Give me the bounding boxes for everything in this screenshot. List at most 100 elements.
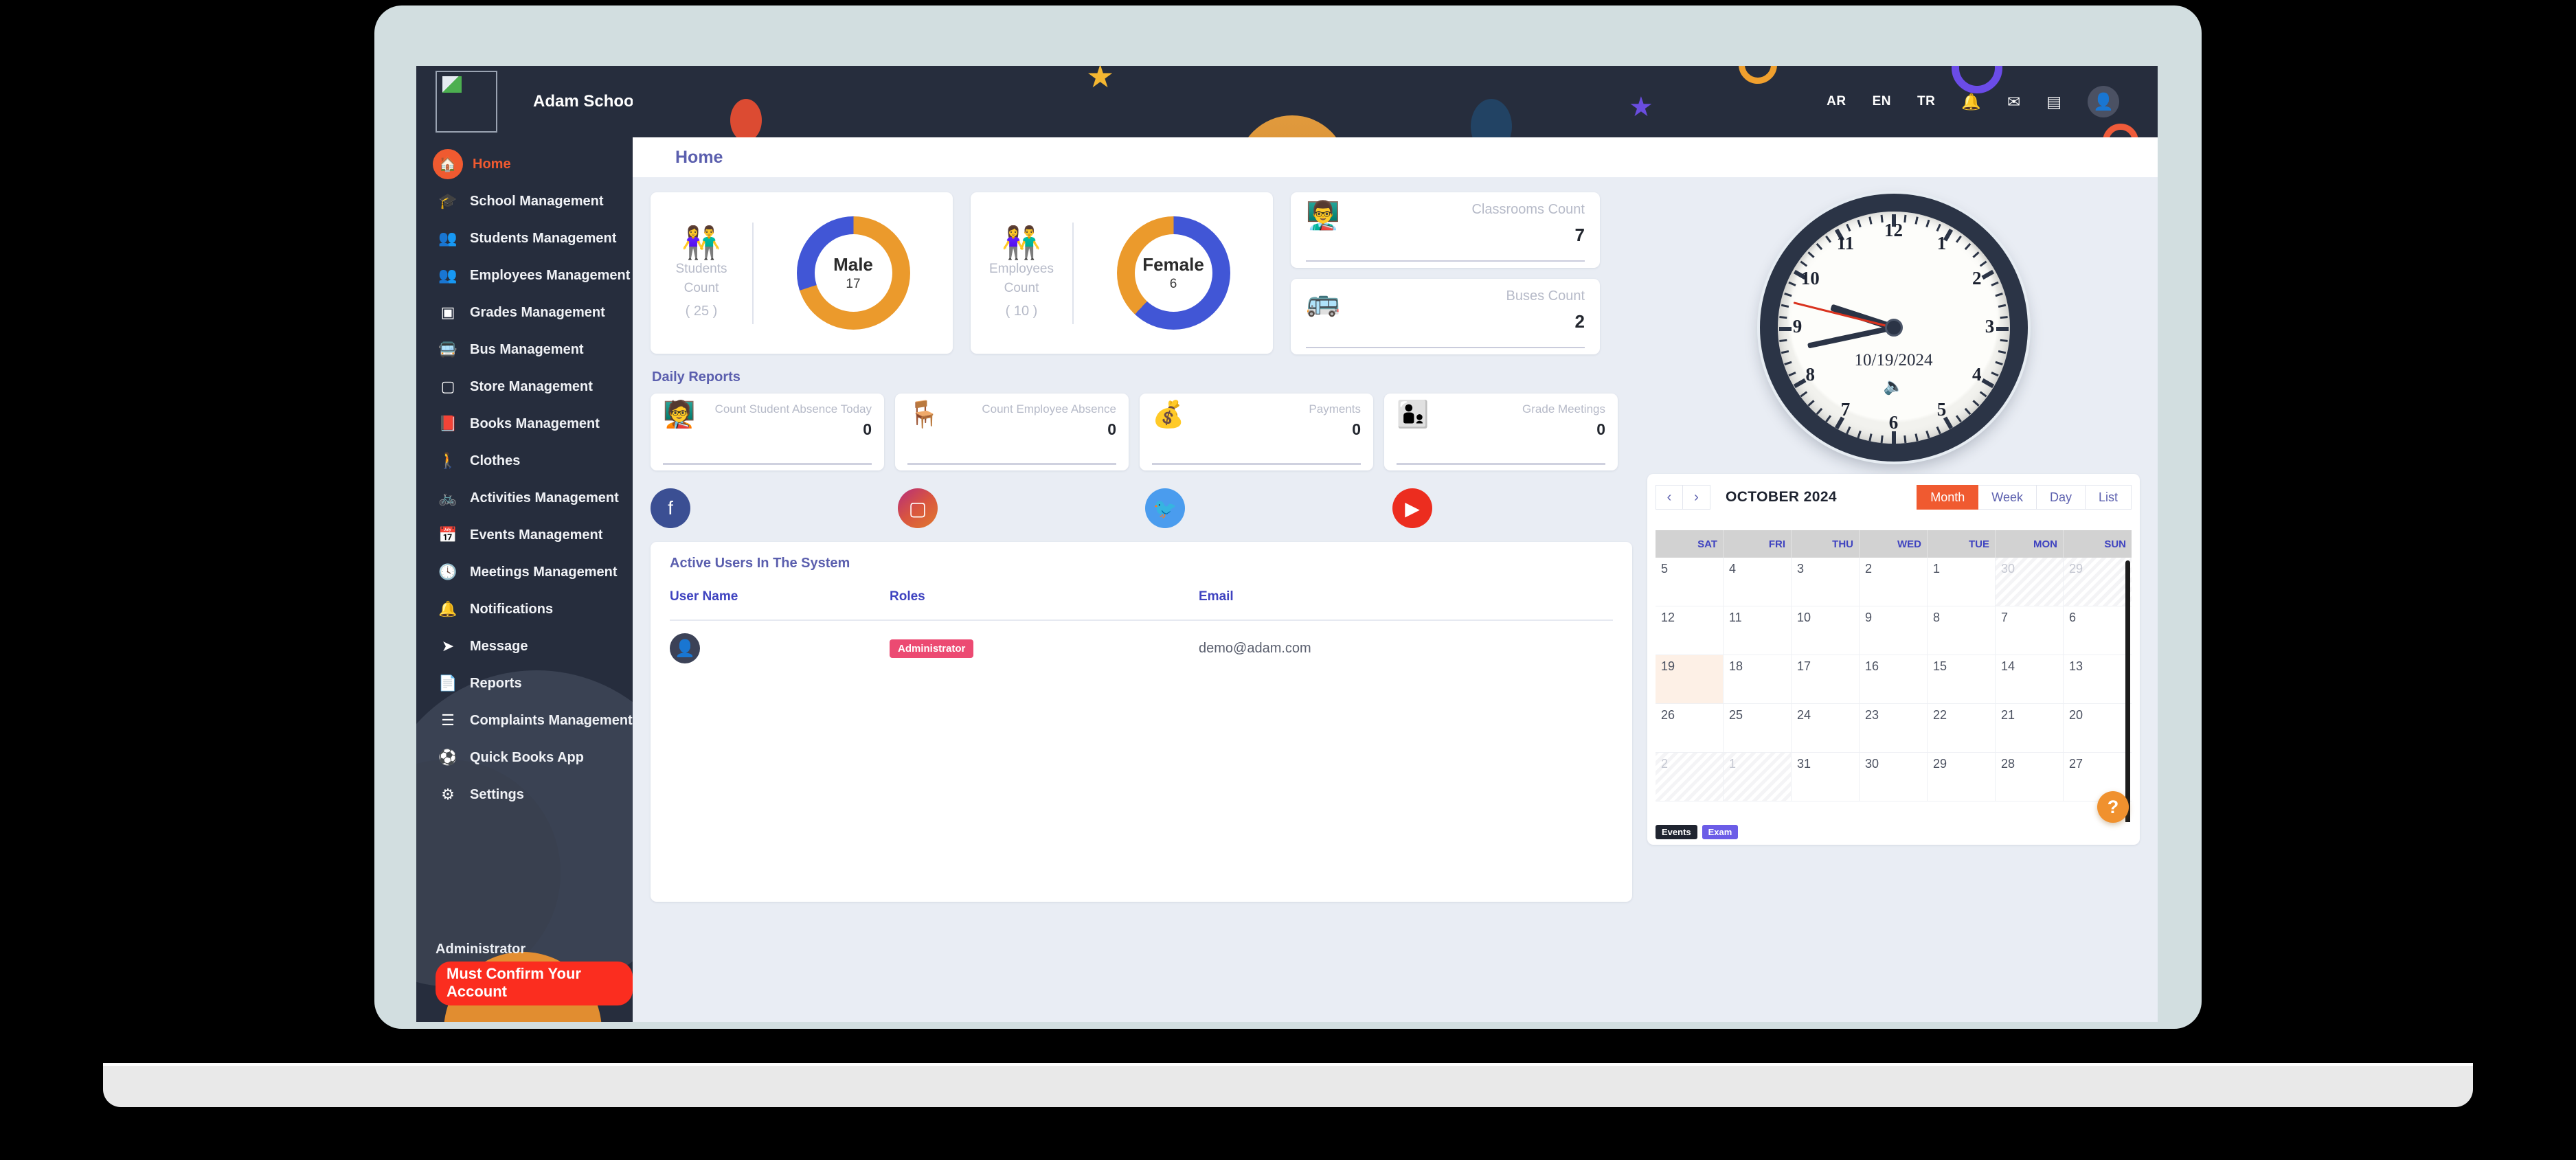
calendar-day-cell[interactable]: 30	[1860, 753, 1928, 801]
sidebar-item-grades-management[interactable]: ▣ Grades Management	[416, 294, 633, 331]
card-rule	[663, 463, 872, 465]
server-list-icon: ☰	[441, 712, 455, 729]
sidebar-item-settings[interactable]: ⚙ Settings	[416, 776, 633, 813]
sidebar-item-clothes[interactable]: 🚶 Clothes	[416, 442, 633, 479]
sidebar-item-meetings-management[interactable]: 🕓 Meetings Management	[416, 554, 633, 591]
school-logo-icon	[436, 71, 497, 133]
calendar-day-cell[interactable]: 6	[2064, 606, 2132, 655]
payments-card[interactable]: 💰 Payments 0	[1140, 394, 1373, 470]
calendar-day-cell[interactable]: 23	[1860, 704, 1928, 753]
calendar-day-cell[interactable]: 5	[1656, 558, 1724, 606]
employees-count-card[interactable]: 👫 Employees Count ( 10 ) Female 6	[971, 192, 1273, 354]
calendar-day-cell[interactable]: 26	[1656, 704, 1724, 753]
calendar-legend-events[interactable]: Events	[1656, 825, 1697, 839]
decor-purple-star-icon: ★	[1629, 92, 1653, 122]
calendar-day-cell[interactable]: 17	[1792, 655, 1860, 704]
calendar-day-cell[interactable]: 10	[1792, 606, 1860, 655]
sidebar-item-store-management[interactable]: ▢ Store Management	[416, 368, 633, 405]
twitter-icon[interactable]: 🐦	[1145, 488, 1185, 528]
calendar-day-cell[interactable]: 28	[1996, 753, 2064, 801]
sidebar-item-employees-management[interactable]: 👥 Employees Management	[416, 257, 633, 294]
lang-button-ar[interactable]: AR	[1827, 94, 1846, 109]
calendar-day-cell[interactable]: 30	[1996, 558, 2064, 606]
calendar-day-cell[interactable]: 21	[1996, 704, 2064, 753]
document-icon: 📄	[438, 674, 457, 692]
calendar-view-month[interactable]: Month	[1917, 485, 1979, 510]
clock-tick	[1914, 216, 1919, 225]
clock-tick	[1779, 339, 1787, 342]
clock-tick	[1857, 430, 1862, 439]
calendar-day-cell[interactable]: 11	[1724, 606, 1792, 655]
table-row[interactable]: 👤 Administrator demo@adam.com	[670, 620, 1613, 676]
count-employee-absence-card[interactable]: 🪑 Count Employee Absence 0	[895, 394, 1129, 470]
sidebar-item-home[interactable]: 🏠 Home	[416, 146, 633, 183]
students-count-card[interactable]: 👫 Students Count ( 25 ) Male 17	[651, 192, 953, 354]
calendar-prev-button[interactable]: ‹	[1656, 485, 1683, 510]
calendar-day-cell[interactable]: 16	[1860, 655, 1928, 704]
sidebar-item-bus-management[interactable]: 🚍 Bus Management	[416, 331, 633, 368]
calendar-day-cell[interactable]: 29	[1928, 753, 1996, 801]
calendar-day-cell[interactable]: 25	[1724, 704, 1792, 753]
grade-meetings-card[interactable]: 👨‍👦 Grade Meetings 0	[1384, 394, 1618, 470]
topbar: ★ ★ AR EN TR 🔔 ✉ ▤ 👤	[633, 66, 2158, 137]
instagram-icon[interactable]: ▢	[898, 488, 938, 528]
user-avatar[interactable]: 👤	[2088, 86, 2119, 117]
envelope-icon[interactable]: ✉	[2007, 93, 2020, 110]
calendar-day-cell[interactable]: 22	[1928, 704, 1996, 753]
calendar-day-cell[interactable]: 13	[2064, 655, 2132, 704]
calendar-day-cell[interactable]: 9	[1860, 606, 1928, 655]
sidebar-item-school-management[interactable]: 🎓 School Management	[416, 183, 633, 220]
calendar-day-cell[interactable]: 2	[1860, 558, 1928, 606]
calendar-view-week[interactable]: Week	[1978, 485, 2037, 510]
clock-center-pin	[1884, 319, 1903, 337]
count-student-absence-today-card[interactable]: 🧑‍🏫 Count Student Absence Today 0	[651, 394, 884, 470]
calendar-next-button[interactable]: ›	[1683, 485, 1710, 510]
window-list-icon[interactable]: ▤	[2046, 93, 2061, 110]
sidebar-item-complaints-management[interactable]: ☰ Complaints Management	[416, 702, 633, 739]
youtube-icon[interactable]: ▶	[1392, 488, 1432, 528]
buses-count-card[interactable]: 🚌 Buses Count 2	[1291, 279, 1600, 354]
roles-cell: Administrator	[890, 620, 1199, 676]
calendar-day-cell[interactable]: 31	[1792, 753, 1860, 801]
calendar-day-cell[interactable]: 8	[1928, 606, 1996, 655]
sidebar-item-books-management[interactable]: 📕 Books Management	[416, 405, 633, 442]
lang-button-en[interactable]: EN	[1873, 94, 1891, 109]
calendar-day-cell[interactable]: 24	[1792, 704, 1860, 753]
confirm-account-badge[interactable]: Must Confirm Your Account	[436, 962, 633, 1005]
brand-title: Adam School - 2022-2023	[533, 92, 633, 111]
sidebar-item-activities-management[interactable]: 🚲 Activities Management	[416, 479, 633, 516]
facebook-icon[interactable]: f	[651, 488, 690, 528]
bell-icon[interactable]: 🔔	[1961, 93, 1981, 110]
calendar-day-cell[interactable]: 1	[1724, 753, 1792, 801]
calendar-day-cell[interactable]: 15	[1928, 655, 1996, 704]
calendar-day-cell[interactable]: 4	[1724, 558, 1792, 606]
calendar-scrollbar[interactable]	[2125, 560, 2130, 822]
help-button[interactable]: ?	[2097, 791, 2129, 823]
sidebar-item-quick-books-app[interactable]: ⚽ Quick Books App	[416, 739, 633, 776]
sidebar-item-notifications[interactable]: 🔔 Notifications	[416, 591, 633, 628]
buses-count-card-icon: 🚌	[1306, 287, 1340, 317]
lang-button-tr[interactable]: TR	[1917, 94, 1935, 109]
calendar-day-cell[interactable]: 12	[1656, 606, 1724, 655]
sidebar-item-students-management[interactable]: 👥 Students Management	[416, 220, 633, 257]
calendar-day-cell[interactable]: 29	[2064, 558, 2132, 606]
calendar-day-cell[interactable]: 3	[1792, 558, 1860, 606]
calendar-legend-exam[interactable]: Exam	[1702, 825, 1739, 839]
calendar-day-cell[interactable]: 19	[1656, 655, 1724, 704]
calendar-dow-sat: SAT	[1656, 530, 1724, 558]
calendar-day-cell[interactable]: 1	[1928, 558, 1996, 606]
sidebar-item-message[interactable]: ➤ Message	[416, 628, 633, 665]
sidebar-item-events-management[interactable]: 📅 Events Management	[416, 516, 633, 554]
clock-tick	[1964, 407, 1971, 416]
active-users-body: 👤 Administrator demo@adam.com	[670, 620, 1613, 676]
calendar-day-cell[interactable]: 7	[1996, 606, 2064, 655]
classrooms-count-card[interactable]: 👨‍🏫 Classrooms Count 7	[1291, 192, 1600, 268]
calendar-view-day[interactable]: Day	[2036, 485, 2086, 510]
sidebar-item-reports[interactable]: 📄 Reports	[416, 665, 633, 702]
calendar-day-cell[interactable]: 20	[2064, 704, 2132, 753]
calendar-day-cell[interactable]: 18	[1724, 655, 1792, 704]
calendar-day-cell[interactable]: 14	[1996, 655, 2064, 704]
calendar-view-list[interactable]: List	[2085, 485, 2132, 510]
brand[interactable]: Adam School - 2022-2023	[416, 66, 633, 137]
calendar-day-cell[interactable]: 2	[1656, 753, 1724, 801]
